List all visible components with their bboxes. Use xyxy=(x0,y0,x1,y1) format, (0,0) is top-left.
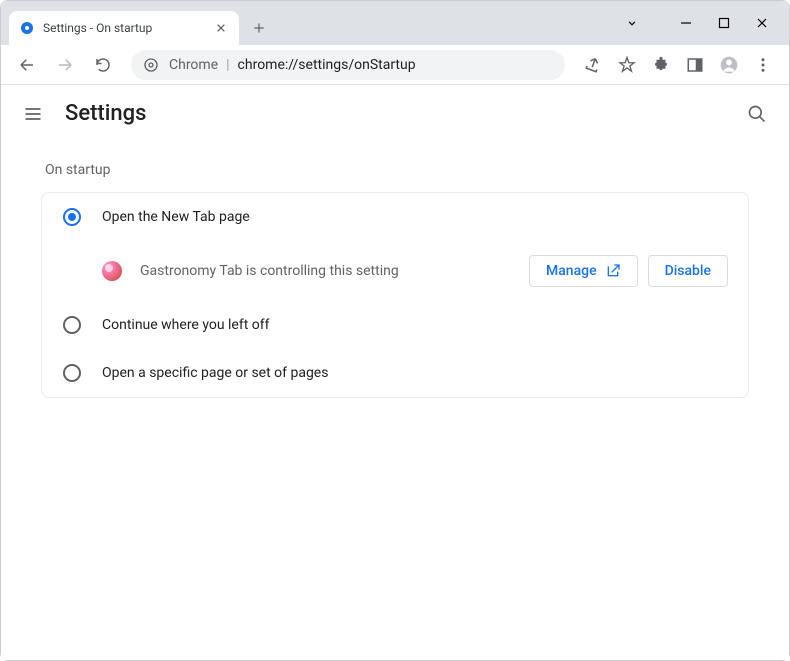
browser-tab[interactable]: Settings - On startup xyxy=(9,11,239,45)
radio-selected-icon[interactable] xyxy=(62,207,82,227)
reload-button[interactable] xyxy=(87,49,119,81)
site-info-icon[interactable] xyxy=(143,57,159,73)
hamburger-menu-icon[interactable] xyxy=(21,102,45,126)
sidepanel-icon[interactable] xyxy=(685,55,705,75)
open-in-new-icon xyxy=(605,263,621,279)
search-icon[interactable] xyxy=(745,102,769,126)
startup-card: Open the New Tab page Gastronomy Tab is … xyxy=(41,192,749,398)
address-bar[interactable]: Chrome | chrome://settings/onStartup xyxy=(131,50,565,80)
option-new-tab[interactable]: Open the New Tab page xyxy=(42,193,748,241)
option-continue[interactable]: Continue where you left off xyxy=(42,301,748,349)
radio-unselected-icon[interactable] xyxy=(62,363,82,383)
toolbar: Chrome | chrome://settings/onStartup xyxy=(1,45,789,85)
profile-icon[interactable] xyxy=(719,55,739,75)
settings-favicon-icon xyxy=(19,20,35,36)
chevron-down-icon[interactable] xyxy=(625,16,639,30)
url-text: chrome://settings/onStartup xyxy=(238,57,416,73)
option-specific-pages[interactable]: Open a specific page or set of pages xyxy=(42,349,748,397)
bookmark-icon[interactable] xyxy=(617,55,637,75)
new-tab-button[interactable] xyxy=(245,14,273,42)
extension-icon xyxy=(102,261,122,281)
option-label: Continue where you left off xyxy=(102,317,270,333)
close-icon[interactable] xyxy=(755,16,769,30)
option-label: Open the New Tab page xyxy=(102,209,250,225)
radio-unselected-icon[interactable] xyxy=(62,315,82,335)
extension-notice-text: Gastronomy Tab is controlling this setti… xyxy=(140,263,529,279)
page-content: Settings On startup Open the New Tab pag… xyxy=(1,85,789,660)
tab-close-icon[interactable] xyxy=(213,20,229,36)
forward-button[interactable] xyxy=(49,49,81,81)
extension-notice-row: Gastronomy Tab is controlling this setti… xyxy=(42,241,748,301)
page-title: Settings xyxy=(65,101,745,126)
manage-button[interactable]: Manage xyxy=(529,255,638,287)
section-title: On startup xyxy=(45,162,749,178)
extensions-icon[interactable] xyxy=(651,55,671,75)
url-scheme: Chrome xyxy=(169,57,218,73)
option-label: Open a specific page or set of pages xyxy=(102,365,328,381)
disable-button[interactable]: Disable xyxy=(648,255,728,287)
minimize-icon[interactable] xyxy=(679,16,693,30)
back-button[interactable] xyxy=(11,49,43,81)
menu-icon[interactable] xyxy=(753,55,773,75)
tab-title: Settings - On startup xyxy=(43,21,213,35)
share-icon[interactable] xyxy=(583,55,603,75)
maximize-icon[interactable] xyxy=(717,16,731,30)
